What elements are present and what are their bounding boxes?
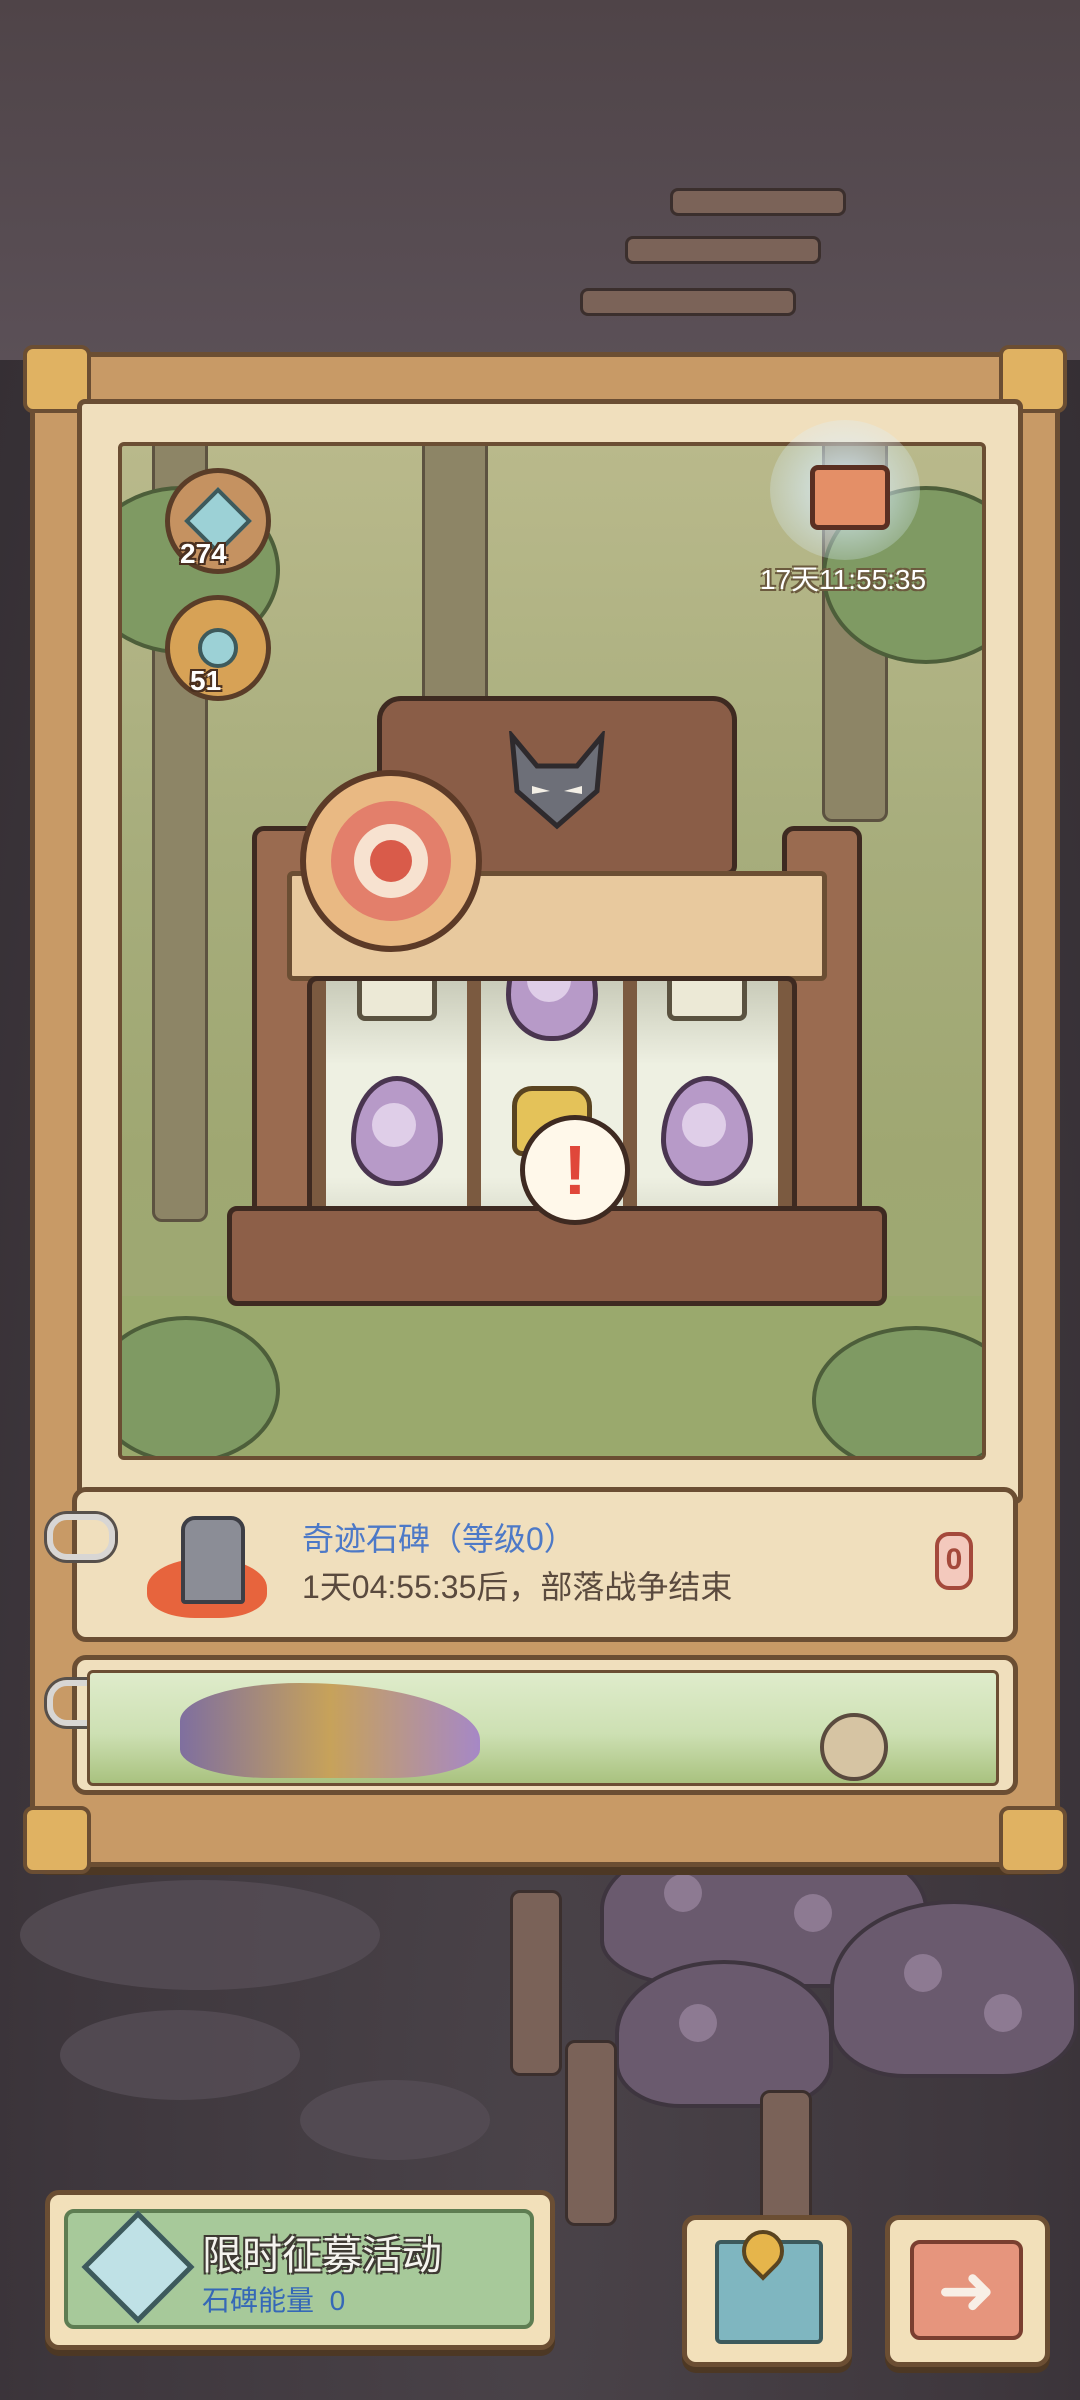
alert-bubble: ! (520, 1115, 630, 1225)
recruit-title: 限时征募活动 (202, 2234, 442, 2278)
purple-egg-icon (505, 981, 598, 1041)
bridge-plank (625, 236, 821, 264)
monolith-icon (147, 1506, 267, 1618)
wolf-head-icon (509, 731, 605, 830)
battle-scene (87, 1670, 999, 1786)
bridge-plank (670, 188, 846, 216)
chest-timer: 17天11:55:35 (760, 564, 927, 595)
energy-value: 0 (329, 2285, 346, 2316)
stepping-stone (60, 2010, 300, 2100)
purple-egg-icon (661, 1076, 754, 1186)
fence-post (565, 2040, 617, 2226)
panel-corner (23, 1806, 91, 1874)
mushroom (830, 1900, 1078, 2078)
fence-post (510, 1890, 562, 2076)
monolith-info-card[interactable]: 奇迹石碑（等级0） 1天04:55:35后，部落战争结束 0 (47, 1487, 1018, 1642)
treasure-chest-button[interactable] (770, 420, 920, 560)
tribe-war-countdown: 1天04:55:35后，部落战争结束 (302, 1569, 733, 1605)
alert-icon: ! (563, 1131, 587, 1209)
arrow-right-icon: ➜ (910, 2240, 1023, 2340)
bridge-plank (580, 288, 796, 316)
stepping-stone (20, 1880, 380, 1990)
energy-label: 石碑能量 (202, 2285, 315, 2316)
trophy-count: 51 (190, 665, 222, 696)
panel-corner (999, 1806, 1067, 1874)
next-arrow-button[interactable]: ➜ (885, 2215, 1050, 2367)
monolith-energy: 石碑能量 0 (202, 2279, 345, 2319)
battle-strip-card[interactable] (47, 1655, 1018, 1795)
limited-recruit-button[interactable]: 限时征募活动 石碑能量 0 (45, 2190, 555, 2350)
bucket-icon (667, 981, 748, 1021)
bucket-icon (356, 981, 437, 1021)
gem-count: 274 (180, 538, 227, 569)
binder-ring (47, 1514, 115, 1560)
target-bullseye (370, 840, 412, 882)
hero-character (820, 1713, 888, 1781)
spin-target-button[interactable] (300, 770, 482, 952)
mushroom (615, 1960, 833, 2108)
stepping-stone (300, 2080, 490, 2160)
purple-egg-icon (350, 1076, 443, 1186)
map-button[interactable] (682, 2215, 852, 2367)
background-top (0, 0, 1080, 360)
monolith-title: 奇迹石碑（等级0） (302, 1521, 576, 1557)
stone-tablet-icon (181, 1516, 245, 1604)
monolith-count-badge: 0 (935, 1532, 973, 1590)
treasure-chest-icon (810, 465, 890, 530)
monster-army-group (180, 1683, 480, 1778)
